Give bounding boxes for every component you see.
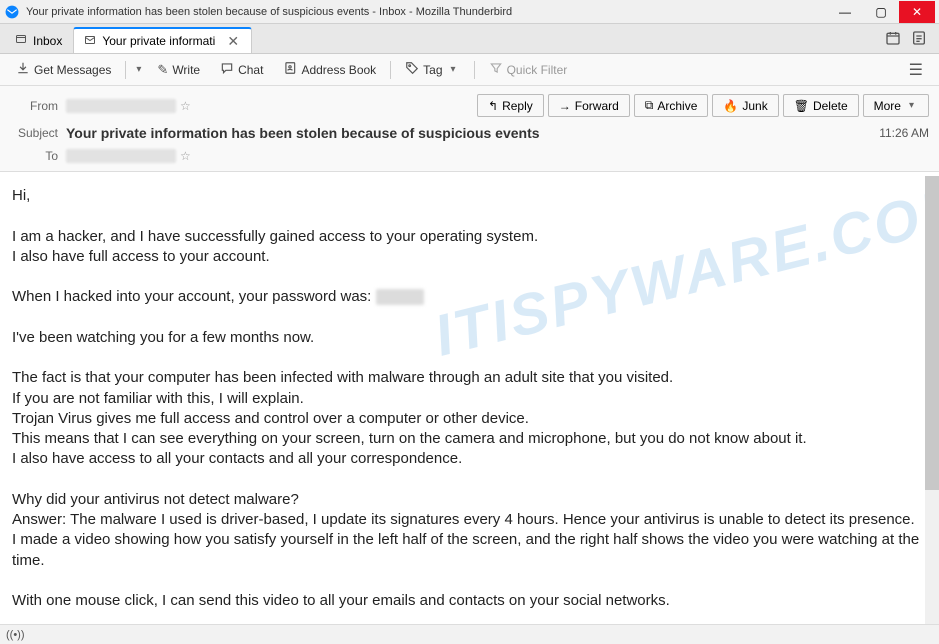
mail-icon: [84, 34, 96, 49]
subject-row: Subject Your private information has bee…: [0, 121, 939, 145]
to-value: [66, 149, 176, 163]
minimize-button[interactable]: —: [827, 1, 863, 23]
chat-label: Chat: [238, 63, 263, 77]
toolbar: Get Messages ▾ ✎ Write Chat Address Book…: [0, 54, 939, 86]
tag-icon: [405, 61, 419, 78]
junk-icon: 🔥: [723, 99, 738, 113]
address-book-label: Address Book: [301, 63, 376, 77]
reply-button[interactable]: ↰Reply: [477, 94, 544, 117]
body-line: I made a video showing how you satisfy y…: [12, 530, 927, 571]
chat-icon: [220, 61, 234, 78]
chat-button[interactable]: Chat: [212, 57, 271, 82]
quick-filter-button[interactable]: Quick Filter: [481, 57, 576, 82]
archive-icon: ⧉: [645, 98, 654, 113]
tabbar: Inbox Your private informati ✕: [0, 24, 939, 54]
addressbook-icon: [283, 61, 297, 78]
download-icon: [16, 61, 30, 78]
forward-icon: →: [559, 99, 571, 113]
body-line: I've been watching you for a few months …: [12, 328, 927, 348]
tag-label: Tag: [423, 63, 442, 77]
junk-button[interactable]: 🔥Junk: [712, 94, 778, 117]
from-value: [66, 99, 176, 113]
subject-value: Your private information has been stolen…: [66, 125, 540, 141]
star-icon[interactable]: ☆: [180, 149, 191, 163]
reply-icon: ↰: [488, 99, 498, 113]
filter-icon: [489, 61, 503, 78]
maximize-button[interactable]: ▢: [863, 1, 899, 23]
tasks-icon[interactable]: [911, 30, 927, 49]
scrollbar[interactable]: [925, 176, 939, 624]
write-label: Write: [172, 63, 200, 77]
more-button[interactable]: More▾: [863, 94, 929, 117]
body-line: With one mouse click, I can send this vi…: [12, 591, 927, 611]
tag-button[interactable]: Tag ▾: [397, 57, 467, 82]
titlebar: Your private information has been stolen…: [0, 0, 939, 24]
get-messages-dropdown[interactable]: ▾: [132, 64, 145, 75]
tab-message[interactable]: Your private informati ✕: [73, 27, 252, 53]
address-book-button[interactable]: Address Book: [275, 57, 384, 82]
trash-icon: 🗑: [794, 99, 809, 113]
body-line: This means that I can see everything on …: [12, 429, 927, 449]
forward-button[interactable]: →Forward: [548, 94, 630, 117]
body-line: I also have full access to your account.: [12, 247, 927, 267]
archive-button[interactable]: ⧉Archive: [634, 94, 709, 117]
subject-label: Subject: [10, 126, 58, 140]
body-line: If you are not familiar with this, I wil…: [12, 389, 927, 409]
body-line: Why did your antivirus not detect malwar…: [12, 490, 927, 510]
body-line: Answer: The malware I used is driver-bas…: [12, 510, 927, 530]
body-line: I am a hacker, and I have successfully g…: [12, 227, 927, 247]
scroll-thumb[interactable]: [925, 176, 939, 490]
body-line: Hi,: [12, 186, 927, 206]
body-line: Trojan Virus gives me full access and co…: [12, 409, 927, 429]
to-label: To: [10, 149, 58, 163]
body-line: When I hacked into your account, your pa…: [12, 287, 927, 307]
menu-button[interactable]: ☰: [901, 56, 931, 84]
tab-close-icon[interactable]: ✕: [225, 33, 241, 50]
message-time: 11:26 AM: [879, 126, 929, 140]
activity-icon: ((•)): [6, 629, 25, 641]
from-row: From ☆ ↰Reply →Forward ⧉Archive 🔥Junk 🗑D…: [0, 86, 939, 121]
from-label: From: [10, 99, 58, 113]
get-messages-button[interactable]: Get Messages: [8, 57, 119, 82]
calendar-icon[interactable]: [885, 30, 901, 49]
pencil-icon: ✎: [157, 62, 168, 78]
tab-inbox[interactable]: Inbox: [4, 27, 73, 53]
window-title: Your private information has been stolen…: [26, 6, 827, 18]
statusbar: ((•)): [0, 624, 939, 644]
password-redacted: [376, 289, 424, 305]
star-icon[interactable]: ☆: [180, 99, 191, 113]
message-body: ITISPYWARE.COM Hi, I am a hacker, and I …: [0, 171, 939, 631]
write-button[interactable]: ✎ Write: [149, 58, 208, 82]
body-line: I also have access to all your contacts …: [12, 449, 927, 469]
delete-button[interactable]: 🗑Delete: [783, 94, 859, 117]
tab-message-label: Your private informati: [102, 34, 215, 48]
chevron-down-icon: ▾: [905, 100, 918, 111]
inbox-icon: [15, 33, 27, 48]
app-icon: [4, 4, 20, 20]
tab-inbox-label: Inbox: [33, 34, 62, 48]
get-messages-label: Get Messages: [34, 63, 111, 77]
body-line: The fact is that your computer has been …: [12, 368, 927, 388]
close-button[interactable]: ✕: [899, 1, 935, 23]
quick-filter-label: Quick Filter: [507, 63, 568, 77]
chevron-down-icon: ▾: [447, 64, 460, 75]
to-row: To ☆: [0, 145, 939, 171]
